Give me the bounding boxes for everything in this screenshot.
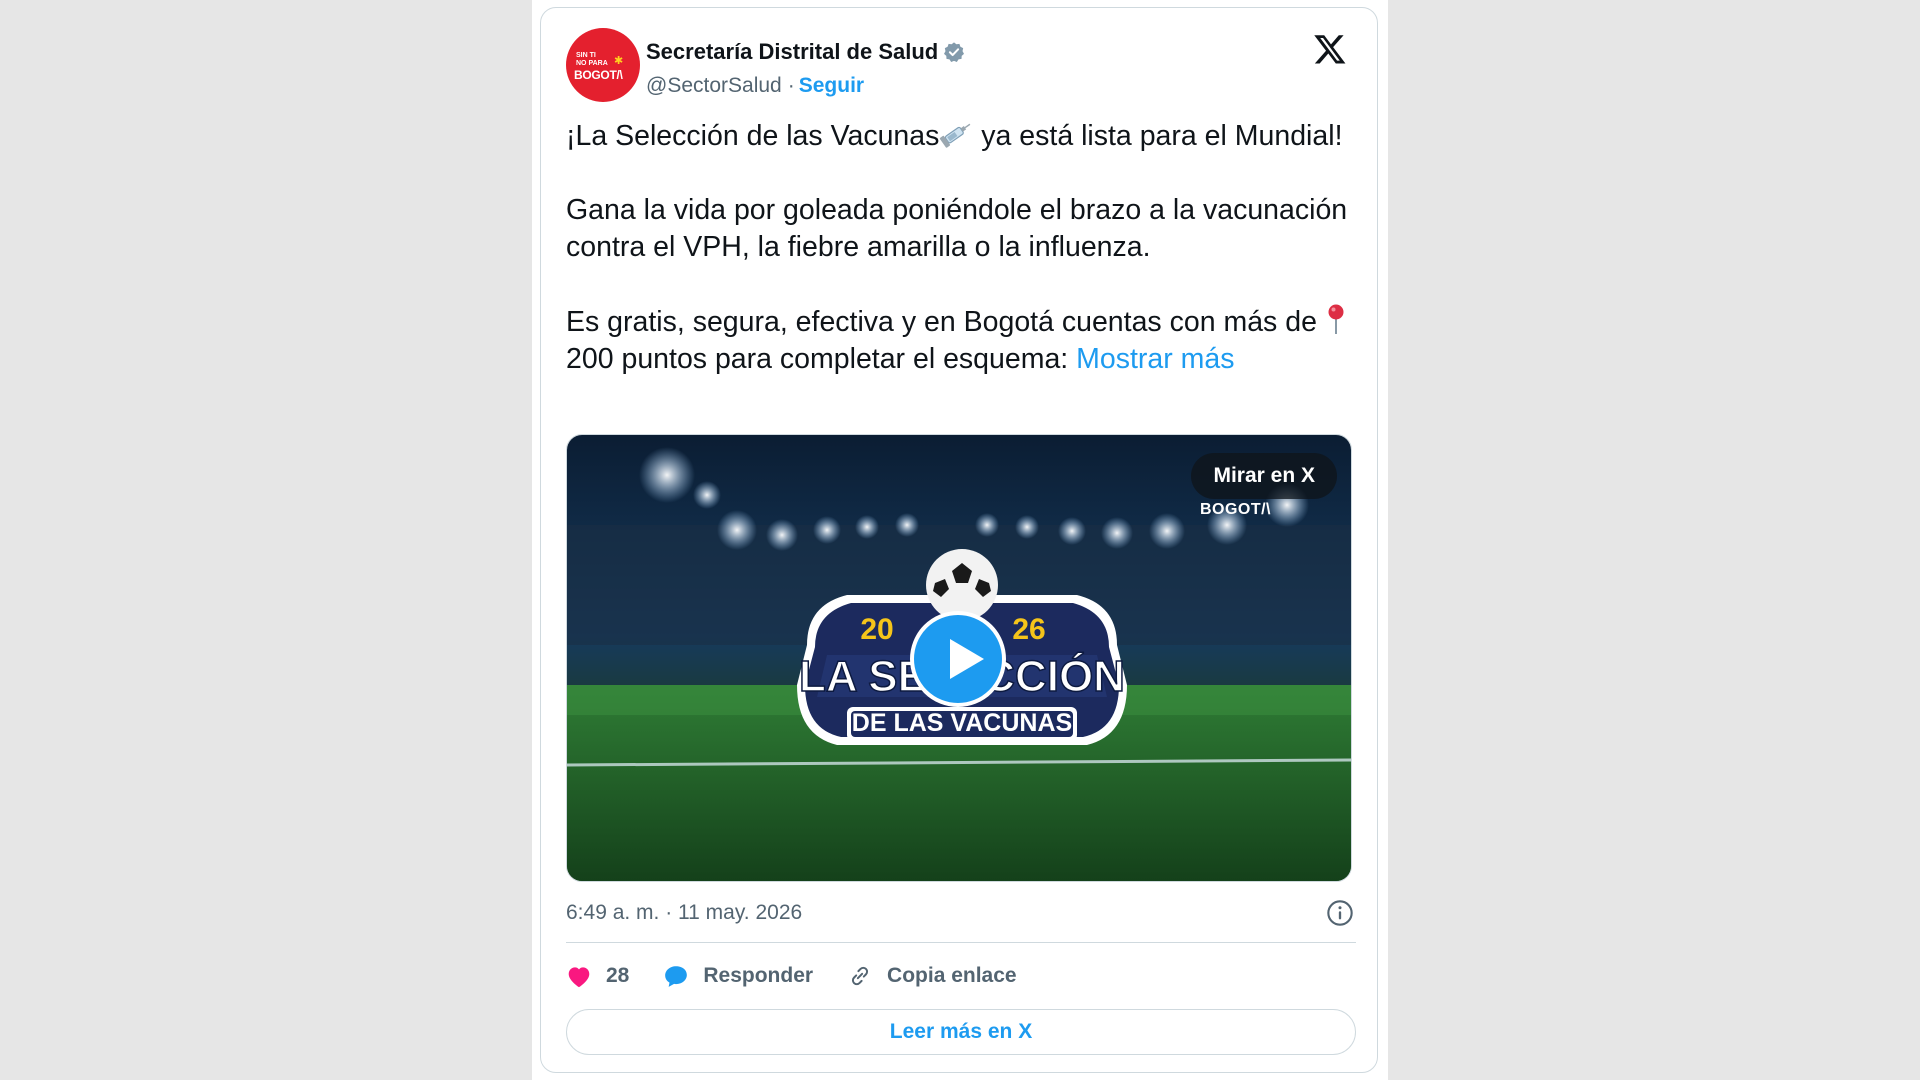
tweet-card: SIN TI NO PARA ✱ BOGOT/\ Secretaría Dist… (540, 7, 1378, 1073)
round-pushpin-icon (1328, 304, 1344, 334)
video-title-line-2: DE LAS VACUNAS (852, 709, 1072, 737)
info-icon[interactable] (1326, 899, 1354, 927)
author-name-row: Secretaría Distrital de Salud (646, 39, 965, 65)
copy-link-button[interactable]: Copia enlace (847, 963, 1017, 989)
syringe-icon (940, 123, 971, 148)
copy-link-label: Copia enlace (887, 964, 1017, 987)
like-count: 28 (606, 964, 630, 987)
divider (566, 942, 1356, 943)
x-logo-icon[interactable] (1313, 32, 1347, 66)
handle-separator: · (787, 74, 795, 97)
reply-button[interactable]: Responder (663, 964, 813, 988)
reply-bubble-icon (665, 966, 688, 987)
avatar[interactable]: SIN TI NO PARA ✱ BOGOT/\ (566, 28, 640, 102)
author-handle-row: @SectorSalud · Seguir (646, 74, 864, 98)
watch-on-x-button[interactable]: Mirar en X (1191, 453, 1337, 499)
tweet-paragraph-2: Gana la vida por goleada poniéndole el b… (566, 194, 1348, 263)
timestamp-row: 6:49 a. m. · 11 may. 2026 (566, 896, 1356, 930)
avatar-text-top: SIN TI NO PARA (576, 52, 608, 67)
read-more-button[interactable]: Leer más en X (566, 1009, 1356, 1055)
tweet-text-line-3b: 200 puntos para completar el esquema: (566, 343, 1077, 375)
tweet-paragraph-1: ¡La Selección de las Vacunas ya está lis… (566, 118, 1356, 155)
avatar-text-star: ✱ (614, 55, 624, 67)
heart-icon (568, 967, 590, 988)
follow-button[interactable]: Seguir (799, 74, 864, 98)
video-watermark: BOGOT/\ (1199, 501, 1271, 518)
link-icon (852, 966, 869, 986)
tweet-timestamp[interactable]: 6:49 a. m. · 11 may. 2026 (566, 901, 802, 924)
author-name[interactable]: Secretaría Distrital de Salud (646, 39, 938, 65)
verified-badge-icon (944, 42, 965, 62)
video-year-right: 26 (1012, 613, 1045, 646)
play-icon[interactable] (910, 611, 1006, 707)
tweet-text-line-1a: ¡La Selección de las Vacunas (566, 120, 940, 152)
tweet-text: ¡La Selección de las Vacunas ya está lis… (566, 118, 1356, 378)
tweet-actions: 28 Responder Copia enlace (566, 954, 1356, 998)
like-button[interactable]: 28 (566, 964, 629, 988)
author-handle[interactable]: @SectorSalud (646, 74, 782, 98)
show-more-link[interactable]: Mostrar más (1076, 343, 1234, 375)
tweet-paragraph-3: Es gratis, segura, efectiva y en Bogotá … (566, 303, 1356, 378)
tweet-text-line-1b: ya está lista para el Mundial! (973, 120, 1343, 152)
reply-label: Responder (703, 964, 814, 987)
avatar-text-bogota: BOGOT/\ (574, 68, 623, 82)
tweet-text-line-3a: Es gratis, segura, efectiva y en Bogotá … (566, 306, 1325, 338)
video-year-left: 20 (860, 613, 893, 646)
video-media[interactable]: 20 26 LA SELECCIÓN DE LAS VACUNAS Mirar … (566, 434, 1352, 882)
tweet-header: SIN TI NO PARA ✱ BOGOT/\ Secretaría Dist… (566, 28, 1352, 108)
